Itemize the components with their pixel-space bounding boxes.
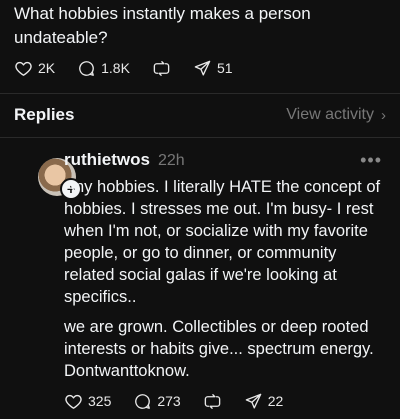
view-activity-label: View activity [286,106,374,123]
repost-icon [153,60,170,76]
replies-header: Replies View activity › [14,101,386,129]
reply-timestamp: 22h [157,152,185,169]
post-text: What hobbies instantly makes a person un… [14,4,316,47]
reply-actions: 325 273 22 [64,387,305,415]
reply-share-count: 22 [267,393,284,409]
repost-button[interactable] [152,59,171,78]
reply-like-count: 325 [88,393,112,409]
like-count: 2K [38,60,56,76]
share-button[interactable]: 51 [193,59,233,78]
heart-icon [15,61,32,76]
chevron-right-icon: › [381,106,386,124]
share-icon [245,393,262,409]
original-post: What hobbies instantly makes a person un… [14,0,386,50]
reply-item: ruthietwos 22h ••• Any hobbies. I litera… [64,150,386,382]
reply-comment-button[interactable]: 273 [133,392,181,411]
share-icon [194,60,211,76]
reply-username[interactable]: ruthietwos [64,150,150,170]
reply-text-paragraph-1: Any hobbies. I literally HATE the concep… [64,178,385,306]
reply-header: ruthietwos 22h ••• [64,150,386,176]
reply-share-button[interactable]: 22 [244,392,284,411]
reply-repost-button[interactable] [203,392,222,411]
repost-icon [204,393,221,409]
like-button[interactable]: 2K [14,59,55,78]
reply-comment-count: 273 [157,393,181,409]
comment-count: 1.8K [101,60,130,76]
heart-icon [65,394,82,409]
comment-button[interactable]: 1.8K [77,59,130,78]
replies-title: Replies [14,105,75,124]
divider [0,93,400,94]
comment-icon [79,60,95,76]
view-activity-link[interactable]: View activity › [286,106,386,124]
reply-like-button[interactable]: 325 [64,392,111,411]
reply-text-paragraph-2: we are grown. Collectibles or deep roote… [64,318,379,380]
comment-icon [135,393,151,409]
more-options-icon[interactable]: ••• [360,150,382,171]
share-count: 51 [216,60,233,76]
divider [0,137,400,138]
post-actions: 2K 1.8K 51 [14,54,255,82]
